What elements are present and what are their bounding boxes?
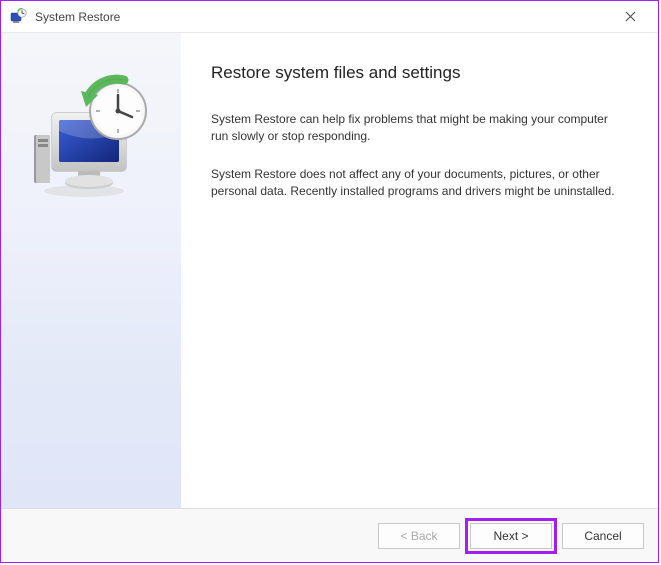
wizard-body: Restore system files and settings System… [1, 33, 658, 508]
restore-monitor-icon [26, 73, 156, 203]
wizard-footer: < Back Next > Cancel [1, 508, 658, 562]
cancel-button[interactable]: Cancel [562, 523, 644, 549]
titlebar: System Restore [1, 1, 658, 33]
system-restore-icon [9, 8, 27, 26]
description-para-2: System Restore does not affect any of yo… [211, 166, 628, 201]
window-title: System Restore [35, 10, 610, 24]
system-restore-window: System Restore [0, 0, 659, 563]
page-heading: Restore system files and settings [211, 63, 628, 83]
next-button[interactable]: Next > [470, 523, 552, 549]
close-button[interactable] [610, 2, 650, 32]
description-para-1: System Restore can help fix problems tha… [211, 111, 628, 146]
back-button: < Back [378, 523, 460, 549]
wizard-sidebar [1, 33, 181, 508]
wizard-content: Restore system files and settings System… [181, 33, 658, 508]
